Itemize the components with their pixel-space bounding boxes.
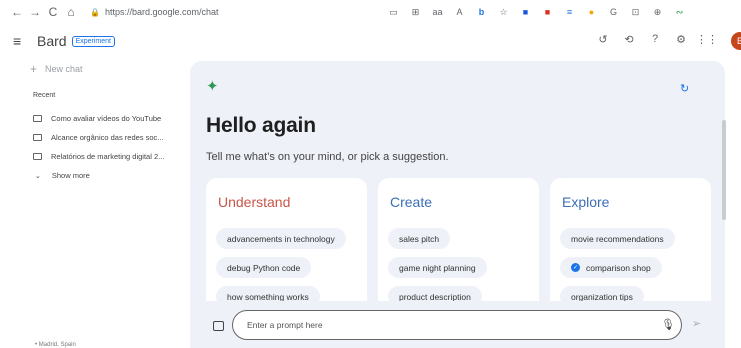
suggestion-chip[interactable]: debug Python code: [216, 257, 312, 278]
extension-icon[interactable]: A: [454, 7, 465, 18]
extension-icon[interactable]: aа: [432, 7, 443, 18]
settings-icon[interactable]: ⚙: [674, 32, 688, 46]
recent-chat-label: Alcance orgânico das redes soc...: [51, 133, 164, 142]
reload-icon[interactable]: C: [44, 5, 62, 19]
greeting-title: Hello again: [206, 114, 316, 137]
extension-icon[interactable]: ■: [542, 7, 553, 18]
extension-icon[interactable]: ∾: [674, 7, 685, 18]
bard-app: ← → C ⌂ 🔒 https://bard.google.com/chat ▭…: [0, 0, 741, 348]
url-text: https://bard.google.com/chat: [104, 7, 219, 17]
chip-label: organization tips: [571, 291, 633, 302]
send-icon[interactable]: ➢: [692, 317, 701, 330]
prompt-input[interactable]: [232, 310, 682, 340]
prompt-bar: 🎙 ➢: [190, 301, 725, 348]
extension-icon[interactable]: ≡: [564, 7, 575, 18]
extension-icon[interactable]: ⊕: [652, 7, 663, 18]
microphone-icon[interactable]: 🎙: [661, 318, 675, 331]
menu-icon[interactable]: ≡: [13, 33, 29, 49]
recent-heading: Recent: [33, 92, 56, 99]
recent-chat-item[interactable]: Relatórios de marketing digital 2...: [33, 147, 164, 166]
extension-icon[interactable]: ■: [520, 7, 531, 18]
address-bar[interactable]: 🔒 https://bard.google.com/chat: [90, 7, 219, 17]
extensions-icon[interactable]: ⟲: [622, 32, 636, 46]
show-more-label: Show more: [51, 171, 90, 180]
suggestion-chip[interactable]: sales pitch: [388, 228, 451, 249]
card-title: Create: [390, 194, 433, 210]
chip-label: advancements in technology: [227, 233, 335, 244]
suggestion-chip[interactable]: movie recommendations: [560, 228, 675, 249]
chip-label: product description: [399, 291, 471, 302]
check-icon: ✓: [571, 263, 580, 272]
history-icon[interactable]: ↺: [596, 32, 610, 46]
upload-image-icon[interactable]: [213, 321, 224, 331]
app-header: ≡ Bard Experiment ↺ ⟲ ? ⚙ ⋮⋮: [0, 28, 741, 54]
chip-label: comparison shop: [586, 262, 651, 273]
extension-icon[interactable]: ⊞: [410, 7, 421, 18]
brand-name[interactable]: Bard: [37, 33, 67, 49]
apps-grid-icon[interactable]: ⋮⋮: [696, 32, 718, 46]
recent-list: Como avaliar vídeos do YouTube Alcance o…: [33, 109, 164, 185]
recent-chat-label: Relatórios de marketing digital 2...: [51, 152, 165, 161]
plus-icon: +: [30, 62, 38, 76]
forward-icon[interactable]: →: [26, 5, 44, 19]
chip-label: debug Python code: [227, 262, 301, 273]
experiment-badge: Experiment: [71, 35, 115, 47]
chat-icon: [33, 134, 42, 141]
extension-toolbar: ▭ ⊞ aа A b ☆ ■ ■ ≡ ● G ⊡ ⊕ ∾: [388, 0, 685, 24]
scrollbar[interactable]: [722, 120, 726, 220]
main-panel: ✦ ↻ Hello again Tell me what’s on your m…: [190, 61, 725, 348]
card-title: Explore: [562, 194, 610, 210]
suggestion-chip[interactable]: ✓ comparison shop: [560, 257, 662, 278]
sparkle-icon: ✦: [206, 78, 219, 95]
suggestion-chip[interactable]: advancements in technology: [216, 228, 346, 249]
new-chat-button[interactable]: + New chat: [30, 62, 83, 76]
sidebar: + New chat Recent Como avaliar vídeos do…: [0, 56, 188, 348]
chat-icon: [33, 115, 42, 122]
extension-icon[interactable]: ⊡: [630, 7, 641, 18]
refresh-icon[interactable]: ↻: [680, 82, 689, 95]
extension-icon[interactable]: ▭: [388, 7, 399, 18]
favorite-icon[interactable]: ☆: [498, 7, 509, 18]
chevron-down-icon: ⌄: [35, 172, 41, 180]
chip-label: game night planning: [399, 262, 476, 273]
card-title: Understand: [218, 194, 291, 210]
help-icon[interactable]: ?: [648, 32, 662, 46]
chip-label: sales pitch: [399, 233, 440, 244]
extension-icon[interactable]: b: [476, 7, 487, 18]
greeting-subtitle: Tell me what’s on your mind, or pick a s…: [206, 151, 449, 163]
show-more-button[interactable]: ⌄ Show more: [35, 166, 164, 185]
recent-chat-item[interactable]: Alcance orgânico das redes soc...: [33, 128, 164, 147]
suggestion-chip[interactable]: game night planning: [388, 257, 487, 278]
lock-icon: 🔒: [90, 7, 100, 17]
recent-chat-item[interactable]: Como avaliar vídeos do YouTube: [33, 109, 164, 128]
home-icon[interactable]: ⌂: [62, 5, 80, 19]
chip-label: movie recommendations: [571, 233, 664, 244]
recent-chat-label: Como avaliar vídeos do YouTube: [51, 114, 162, 123]
back-icon[interactable]: ←: [8, 5, 26, 19]
chip-label: how something works: [227, 291, 309, 302]
new-chat-label: New chat: [45, 64, 83, 74]
header-actions: ↺ ⟲ ? ⚙ ⋮⋮: [596, 32, 718, 46]
extension-icon[interactable]: ●: [586, 7, 597, 18]
location-text: • Madrid, Spain: [35, 342, 76, 348]
chat-icon: [33, 153, 42, 160]
extension-icon[interactable]: G: [608, 7, 619, 18]
